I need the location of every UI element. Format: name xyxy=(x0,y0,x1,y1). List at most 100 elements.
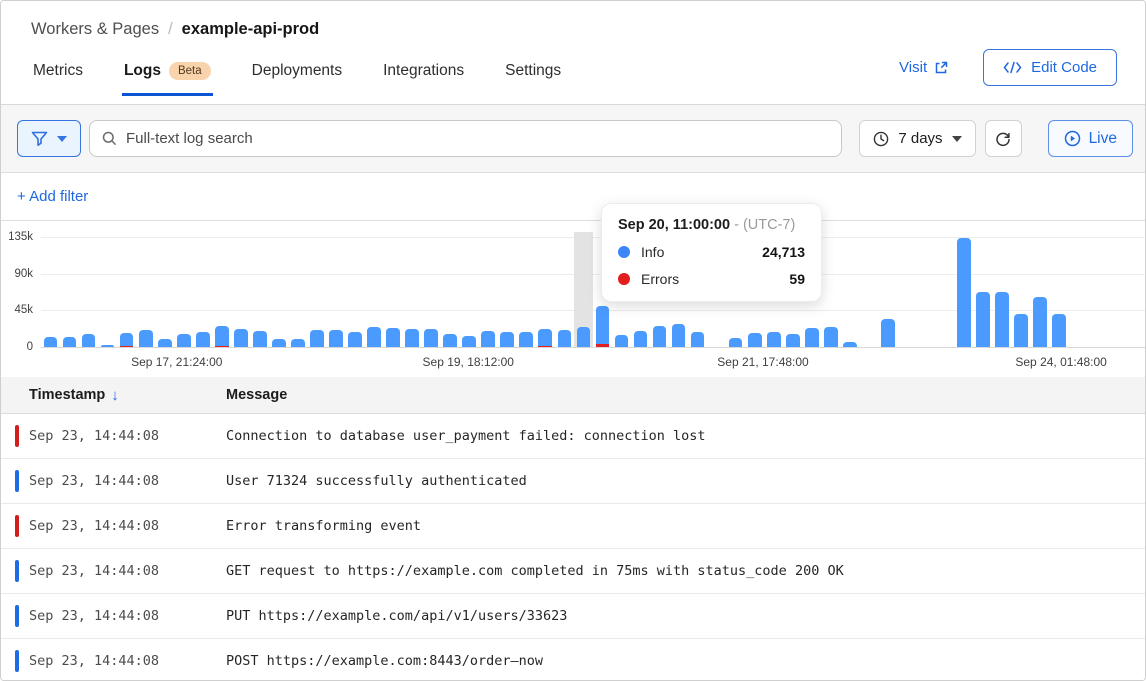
chart-bar-slot[interactable] xyxy=(346,237,365,347)
search-input[interactable] xyxy=(126,130,829,147)
live-button[interactable]: Live xyxy=(1048,120,1133,157)
chart-bar-slot[interactable] xyxy=(1126,237,1145,347)
info-bar-segment xyxy=(881,319,895,347)
chart-bar-slot[interactable] xyxy=(307,237,326,347)
stacked-bar xyxy=(158,339,172,347)
tab-metrics[interactable]: Metrics xyxy=(31,52,85,96)
tab-deployments[interactable]: Deployments xyxy=(250,52,344,96)
log-table-row[interactable]: Sep 23, 14:44:08User 71324 successfully … xyxy=(1,459,1145,504)
chart-bar-slot[interactable] xyxy=(136,237,155,347)
chart-bar-slot[interactable] xyxy=(974,237,993,347)
chart-bar-slot[interactable] xyxy=(1031,237,1050,347)
chart-bar-slot[interactable] xyxy=(441,237,460,347)
chart-bar-slot[interactable] xyxy=(840,237,859,347)
chart-bar-slot[interactable] xyxy=(517,237,536,347)
breadcrumb-root[interactable]: Workers & Pages xyxy=(31,20,159,39)
chart-bar-slot[interactable] xyxy=(250,237,269,347)
chart-bar-slot[interactable] xyxy=(555,237,574,347)
chart-bar-slot[interactable] xyxy=(821,237,840,347)
info-bar-segment xyxy=(1052,314,1066,347)
chart-bar-slot[interactable] xyxy=(98,237,117,347)
chart-bar-slot[interactable] xyxy=(326,237,345,347)
chart-bar-slot[interactable] xyxy=(288,237,307,347)
chart-bar-slot[interactable] xyxy=(460,237,479,347)
log-table-row[interactable]: Sep 23, 14:44:08Error transforming event xyxy=(1,504,1145,549)
log-timestamp: Sep 23, 14:44:08 xyxy=(29,518,159,534)
chart-bar-slot[interactable] xyxy=(422,237,441,347)
refresh-button[interactable] xyxy=(985,120,1022,157)
info-bar-segment xyxy=(672,324,686,347)
filter-dropdown-button[interactable] xyxy=(17,120,81,157)
stacked-bar xyxy=(957,238,971,347)
info-bar-segment xyxy=(767,332,781,347)
x-axis-tick: Sep 24, 01:48:00 xyxy=(1015,355,1106,369)
chart-bar-slot[interactable] xyxy=(79,237,98,347)
chart-bar-slot[interactable] xyxy=(479,237,498,347)
stacked-bar xyxy=(367,327,381,347)
log-table-row[interactable]: Sep 23, 14:44:08POST https://example.com… xyxy=(1,639,1145,681)
chart-bar-slot[interactable] xyxy=(403,237,422,347)
edit-code-label: Edit Code xyxy=(1031,59,1097,76)
chart-bar-slot[interactable] xyxy=(117,237,136,347)
chart-bar-slot[interactable] xyxy=(60,237,79,347)
log-table-row[interactable]: Sep 23, 14:44:08PUT https://example.com/… xyxy=(1,594,1145,639)
breadcrumb-separator: / xyxy=(168,20,173,39)
chart-bar-slot[interactable] xyxy=(174,237,193,347)
info-bar-segment xyxy=(272,339,286,347)
chart-bar-slot[interactable] xyxy=(41,237,60,347)
visit-link[interactable]: Visit xyxy=(899,59,949,76)
chart-bar-slot[interactable] xyxy=(269,237,288,347)
bars xyxy=(41,237,1145,347)
chart-bar-slot[interactable] xyxy=(1107,237,1126,347)
chart-bar-slot[interactable] xyxy=(1050,237,1069,347)
chart-bar-slot[interactable] xyxy=(1069,237,1088,347)
log-table-header: Timestamp ↓ Message xyxy=(1,377,1145,414)
info-bar-segment xyxy=(1033,297,1047,347)
chart-bar-slot[interactable] xyxy=(955,237,974,347)
edit-code-button[interactable]: Edit Code xyxy=(983,49,1117,86)
info-level-indicator xyxy=(15,560,19,582)
info-bar-segment xyxy=(310,330,324,347)
chart-plot-area[interactable]: 135k90k45k0Sep 17, 21:24:00Sep 19, 18:12… xyxy=(41,237,1145,347)
stacked-bar xyxy=(1014,314,1028,347)
tab-integrations[interactable]: Integrations xyxy=(381,52,466,96)
chart-bar-slot[interactable] xyxy=(859,237,878,347)
stacked-bar xyxy=(881,319,895,347)
chart-bar-slot[interactable] xyxy=(574,237,593,347)
chart-bar-slot[interactable] xyxy=(193,237,212,347)
tab-logs[interactable]: LogsBeta xyxy=(122,52,213,96)
chart-bar-slot[interactable] xyxy=(1012,237,1031,347)
chart-bar-slot[interactable] xyxy=(155,237,174,347)
gridline xyxy=(41,347,1145,348)
chart-bar-slot[interactable] xyxy=(231,237,250,347)
info-bar-segment xyxy=(481,331,495,347)
chart-bar-slot[interactable] xyxy=(878,237,897,347)
info-bar-segment xyxy=(367,327,381,347)
chart-bar-slot[interactable] xyxy=(365,237,384,347)
stacked-bar xyxy=(386,328,400,347)
info-bar-segment xyxy=(177,334,191,347)
log-table-row[interactable]: Sep 23, 14:44:08Connection to database u… xyxy=(1,414,1145,459)
column-header-timestamp[interactable]: Timestamp ↓ xyxy=(1,387,226,404)
chart-bar-slot[interactable] xyxy=(935,237,954,347)
info-bar-segment xyxy=(538,329,552,346)
chart-bar-slot[interactable] xyxy=(1088,237,1107,347)
y-axis-tick: 135k xyxy=(8,231,33,243)
info-bar-segment xyxy=(234,329,248,347)
add-filter-link[interactable]: + Add filter xyxy=(17,188,88,205)
code-icon xyxy=(1003,61,1022,74)
chart-bar-slot[interactable] xyxy=(916,237,935,347)
info-bar-segment xyxy=(63,337,77,347)
sort-desc-icon[interactable]: ↓ xyxy=(111,387,119,404)
chart-bar-slot[interactable] xyxy=(384,237,403,347)
chart-bar-slot[interactable] xyxy=(498,237,517,347)
chart-bar-slot[interactable] xyxy=(212,237,231,347)
visit-label: Visit xyxy=(899,59,927,76)
chart-bar-slot[interactable] xyxy=(536,237,555,347)
time-range-button[interactable]: 7 days xyxy=(859,120,975,157)
chart-bar-slot[interactable] xyxy=(897,237,916,347)
log-table-row[interactable]: Sep 23, 14:44:08GET request to https://e… xyxy=(1,549,1145,594)
stacked-bar xyxy=(82,334,96,347)
tab-settings[interactable]: Settings xyxy=(503,52,563,96)
chart-bar-slot[interactable] xyxy=(993,237,1012,347)
